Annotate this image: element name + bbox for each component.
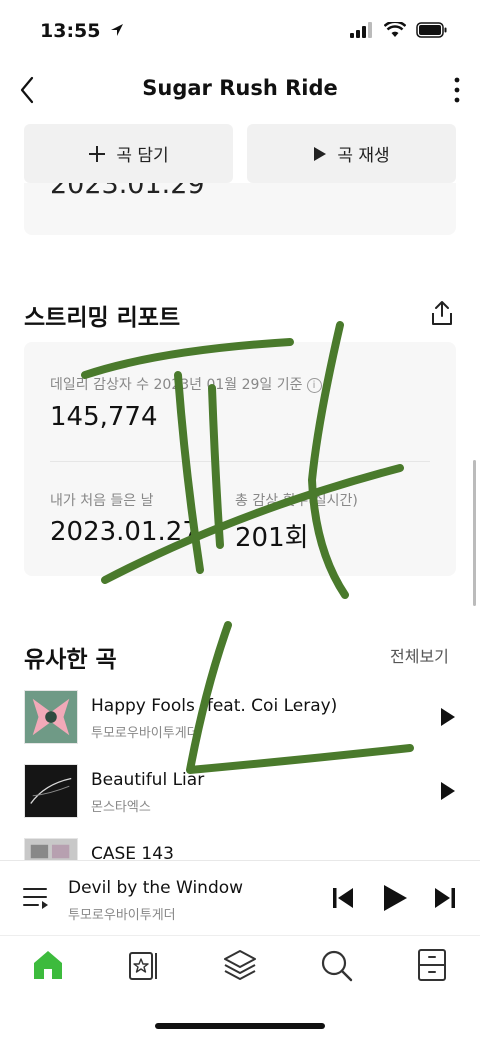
storage-icon[interactable] [126, 947, 162, 983]
more-options-icon[interactable] [452, 74, 462, 106]
page-title: Sugar Rush Ride [142, 76, 338, 100]
song-title: CASE 143 [91, 844, 174, 860]
daily-listeners-value: 145,774 [50, 402, 158, 432]
play-song-button[interactable]: 곡 재생 [247, 124, 456, 183]
cellular-signal-icon [350, 22, 372, 38]
play-icon [314, 146, 327, 161]
battery-icon [416, 22, 447, 38]
list-item[interactable]: Happy Fools (feat. Coi Leray) 투모로우바이투게더 [24, 690, 456, 746]
nav-bar: Sugar Rush Ride [0, 60, 480, 120]
plus-icon [89, 145, 106, 162]
add-song-button[interactable]: 곡 담기 [24, 124, 233, 183]
streaming-report-title: 스트리밍 리포트 [24, 305, 181, 331]
list-item[interactable]: Beautiful Liar 몬스타엑스 [24, 764, 456, 820]
song-artist: 몬스타엑스 [91, 800, 151, 815]
wifi-icon [384, 22, 406, 37]
previous-card-value: 2023.01.29 [50, 183, 205, 200]
now-playing-title: Devil by the Window [68, 878, 244, 898]
search-icon[interactable] [318, 947, 354, 983]
first-listen-label: 내가 처음 들은 날 [50, 493, 154, 509]
location-arrow-icon [111, 24, 124, 36]
scrollbar[interactable] [473, 460, 476, 606]
streaming-report-card: 데일리 감상자 수 2023년 01월 29일 기준 i 145,774 내가 처… [24, 342, 456, 576]
action-row: 곡 담기 곡 재생 [24, 124, 456, 183]
layers-icon[interactable] [222, 947, 258, 983]
daily-listeners-label: 데일리 감상자 수 2023년 01월 29일 기준 i [50, 374, 322, 394]
song-title: Happy Fools (feat. Coi Leray) [91, 696, 338, 716]
add-song-label: 곡 담기 [116, 146, 169, 166]
total-plays-value: 201회 [235, 523, 309, 553]
list-item[interactable]: CASE 143 [24, 838, 456, 860]
first-listen-value: 2023.01.27 [50, 517, 199, 547]
play-song-label: 곡 재생 [337, 146, 390, 166]
play-icon[interactable] [382, 884, 408, 912]
album-art [24, 690, 78, 744]
next-track-icon[interactable] [434, 885, 456, 911]
album-art [24, 838, 78, 860]
album-art [24, 764, 78, 818]
similar-songs-title: 유사한 곡 [24, 647, 117, 673]
song-title: Beautiful Liar [91, 770, 205, 790]
total-plays-label: 총 감상 횟수(실시간) [235, 493, 358, 509]
share-icon[interactable] [430, 300, 454, 326]
home-indicator [155, 1023, 325, 1029]
play-icon[interactable] [440, 707, 456, 727]
previous-info-card: 2023.01.29 [24, 183, 456, 235]
previous-track-icon[interactable] [332, 885, 354, 911]
status-bar: 13:55 [0, 0, 480, 60]
song-artist: 투모로우바이투게더 [91, 726, 199, 741]
playlist-icon[interactable] [22, 886, 50, 910]
mini-player[interactable]: Devil by the Window 투모로우바이투게더 [0, 860, 480, 936]
home-icon[interactable] [30, 947, 66, 983]
see-all-link[interactable]: 전체보기 [390, 643, 449, 667]
divider [50, 461, 430, 462]
info-icon[interactable]: i [306, 377, 322, 393]
play-icon[interactable] [440, 781, 456, 801]
now-playing-artist: 투모로우바이투게더 [68, 908, 176, 923]
status-time: 13:55 [40, 20, 125, 42]
drawer-icon[interactable] [414, 947, 450, 983]
